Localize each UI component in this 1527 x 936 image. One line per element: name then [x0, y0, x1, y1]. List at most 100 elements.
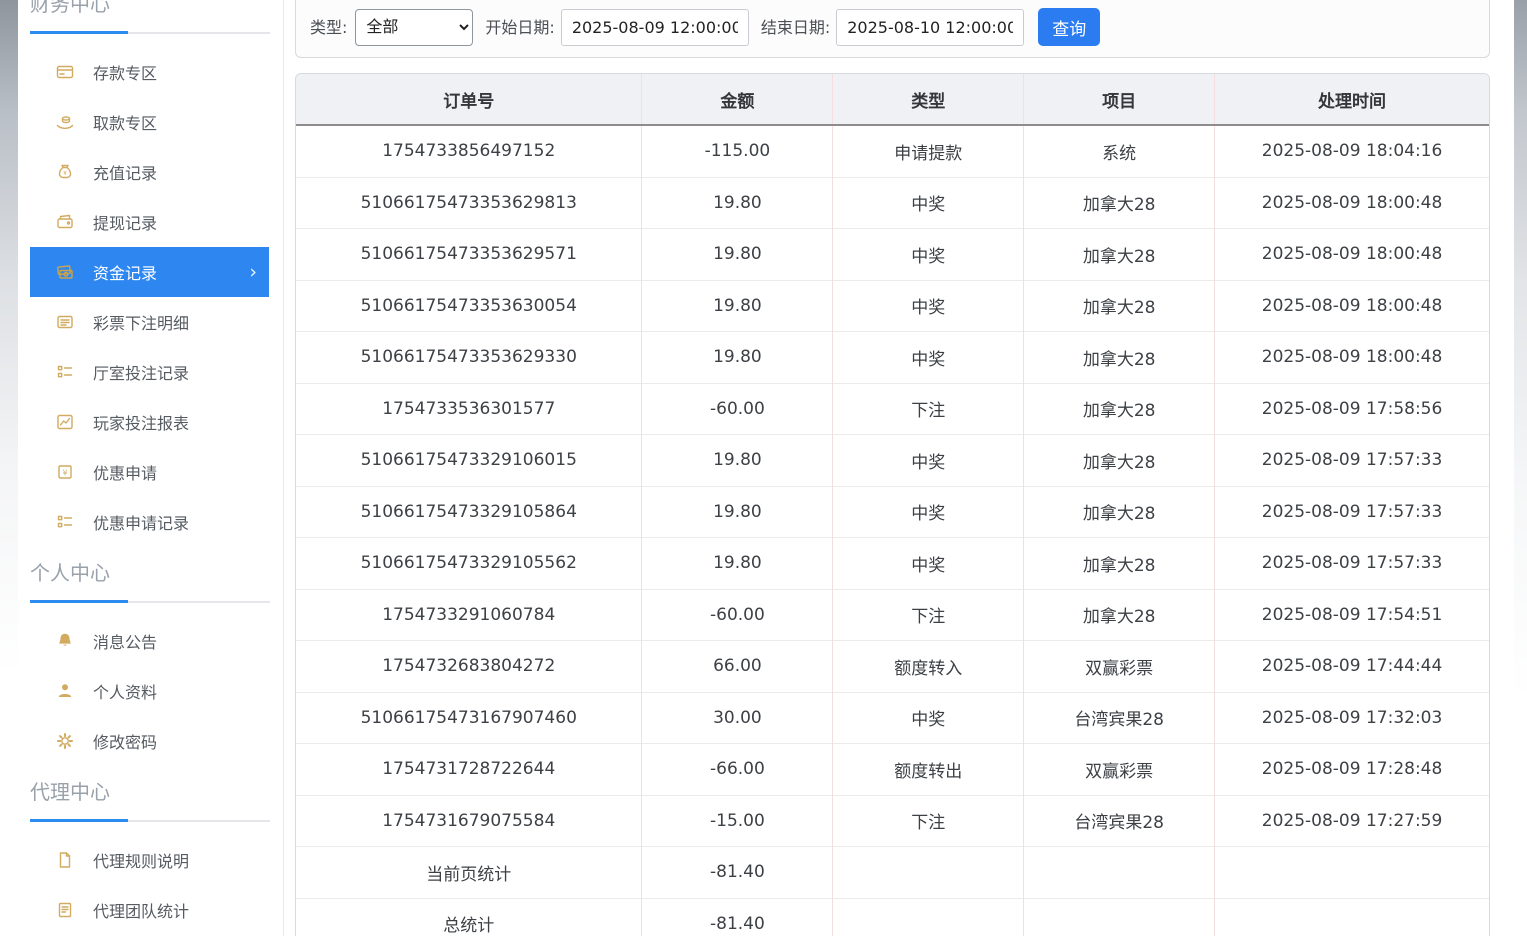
- table-cell: 19.80: [642, 435, 833, 487]
- sidebar-items: 消息公告个人资料修改密码: [20, 616, 283, 766]
- file-icon: [55, 850, 75, 870]
- sidebar-item-label: 优惠申请: [93, 460, 157, 484]
- hand-coins-icon: [55, 112, 75, 132]
- start-date-input[interactable]: [561, 9, 749, 46]
- table-cell: 加拿大28: [1024, 177, 1215, 229]
- query-button[interactable]: 查询: [1038, 8, 1100, 46]
- background-right-strip: [1514, 0, 1527, 936]
- sidebar-item-agent-rules[interactable]: 代理规则说明: [30, 835, 269, 885]
- sidebar-item-promo-application-records[interactable]: 优惠申请记录: [30, 497, 269, 547]
- table-cell: 加拿大28: [1024, 589, 1215, 641]
- promo-icon: ¥: [55, 462, 75, 482]
- type-select[interactable]: 全部: [355, 9, 473, 46]
- end-date-input[interactable]: [836, 9, 1024, 46]
- chart-box-icon: [55, 412, 75, 432]
- sidebar-item-label: 厅室投注记录: [93, 360, 189, 384]
- main-content: 类型: 全部 开始日期: 结束日期: 查询 订单号金额类型项目处理时间 1754…: [295, 0, 1490, 936]
- bank-card-icon: [55, 62, 75, 82]
- sidebar-item-label: 存款专区: [93, 60, 157, 84]
- table-row: 1754733536301577-60.00下注加拿大282025-08-09 …: [296, 383, 1489, 435]
- table-cell: 19.80: [642, 280, 833, 332]
- table-cell: 申请提款: [833, 125, 1024, 177]
- table-cell: 19.80: [642, 332, 833, 384]
- table-cell: 2025-08-09 17:57:33: [1215, 486, 1489, 538]
- column-header: 类型: [833, 74, 1024, 125]
- table-cell: 加拿大28: [1024, 280, 1215, 332]
- sidebar-item-withdrawal-records[interactable]: 提现记录: [30, 197, 269, 247]
- list-card-icon: [55, 312, 75, 332]
- end-date-label: 结束日期:: [761, 9, 830, 46]
- section-title: 个人中心: [30, 561, 268, 585]
- sidebar-item-label: 代理团队统计: [93, 898, 189, 922]
- start-date-label: 开始日期:: [485, 9, 554, 46]
- sidebar-item-label: 彩票下注明细: [93, 310, 189, 334]
- sidebar-item-lottery-bet-details[interactable]: 彩票下注明细: [30, 297, 269, 347]
- sidebar-item-label: 资金记录: [93, 260, 157, 284]
- table-row: 1754731679075584-15.00下注台湾宾果282025-08-09…: [296, 795, 1489, 847]
- table-cell: 19.80: [642, 538, 833, 590]
- table-cell: -115.00: [642, 125, 833, 177]
- sidebar-item-recharge-records[interactable]: ¥充值记录: [30, 147, 269, 197]
- sidebar-items: 代理规则说明代理团队统计: [20, 835, 283, 935]
- table-row: 1754731728722644-66.00额度转出双赢彩票2025-08-09…: [296, 744, 1489, 796]
- table-cell: [1024, 898, 1215, 936]
- table-row: 1754733856497152-115.00申请提款系统2025-08-09 …: [296, 125, 1489, 177]
- table-cell: -60.00: [642, 589, 833, 641]
- table-row: 5106617547335362957119.80中奖加拿大282025-08-…: [296, 229, 1489, 281]
- sidebar-item-change-password[interactable]: 修改密码: [30, 716, 269, 766]
- page: 财务中心存款专区取款专区¥充值记录提现记录资金记录›彩票下注明细厅室投注记录玩家…: [0, 0, 1527, 936]
- table-cell: 中奖: [833, 538, 1024, 590]
- table-row: 当前页统计-81.40: [296, 847, 1489, 899]
- table-row: 5106617547335362933019.80中奖加拿大282025-08-…: [296, 332, 1489, 384]
- table-cell: 51066175473329105864: [296, 486, 642, 538]
- table-cell: [833, 898, 1024, 936]
- table-cell: 加拿大28: [1024, 538, 1215, 590]
- sidebar-item-player-bet-report[interactable]: 玩家投注报表: [30, 397, 269, 447]
- sidebar-item-hall-bet-records[interactable]: 厅室投注记录: [30, 347, 269, 397]
- table-cell: 51066175473329105562: [296, 538, 642, 590]
- table-cell: 中奖: [833, 177, 1024, 229]
- section-underline: [30, 820, 270, 822]
- table-cell: -15.00: [642, 795, 833, 847]
- sidebar-item-label: 修改密码: [93, 729, 157, 753]
- table-row: 5106617547332910586419.80中奖加拿大282025-08-…: [296, 486, 1489, 538]
- sidebar-item-messages[interactable]: 消息公告: [30, 616, 269, 666]
- table-cell: 2025-08-09 18:00:48: [1215, 229, 1489, 281]
- table-cell: 19.80: [642, 177, 833, 229]
- sidebar-item-label: 消息公告: [93, 629, 157, 653]
- sidebar-section: 个人中心消息公告个人资料修改密码: [20, 561, 283, 766]
- column-header: 项目: [1024, 74, 1215, 125]
- table-cell: 51066175473353629330: [296, 332, 642, 384]
- sidebar-item-withdraw-zone[interactable]: 取款专区: [30, 97, 269, 147]
- table-cell: [1024, 847, 1215, 899]
- table-cell: -81.40: [642, 847, 833, 899]
- table-cell: 额度转入: [833, 641, 1024, 693]
- table-cell: 2025-08-09 17:27:59: [1215, 795, 1489, 847]
- table-cell: [1215, 898, 1489, 936]
- list-squares-icon: [55, 362, 75, 382]
- sidebar-item-agent-team-stats[interactable]: 代理团队统计: [30, 885, 269, 935]
- sidebar-item-profile[interactable]: 个人资料: [30, 666, 269, 716]
- sidebar: 财务中心存款专区取款专区¥充值记录提现记录资金记录›彩票下注明细厅室投注记录玩家…: [20, 0, 284, 936]
- table-cell: 加拿大28: [1024, 383, 1215, 435]
- table-cell: 中奖: [833, 692, 1024, 744]
- table-cell: 加拿大28: [1024, 435, 1215, 487]
- sidebar-item-label: 代理规则说明: [93, 848, 189, 872]
- sidebar-item-promo-application[interactable]: ¥ 优惠申请: [30, 447, 269, 497]
- table-row: 5106617547335363005419.80中奖加拿大282025-08-…: [296, 280, 1489, 332]
- sidebar-items: 存款专区取款专区 ¥充值记录提现记录资金记录› 彩票下注明细厅室投注记录玩家投注报表…: [20, 47, 283, 547]
- table-cell: 台湾宾果28: [1024, 795, 1215, 847]
- svg-text:¥: ¥: [63, 170, 67, 177]
- sidebar-item-label: 取款专区: [93, 110, 157, 134]
- table-cell: 1754731679075584: [296, 795, 642, 847]
- table-cell: 双赢彩票: [1024, 641, 1215, 693]
- table-row: 5106617547335362981319.80中奖加拿大282025-08-…: [296, 177, 1489, 229]
- sidebar-item-funds-records[interactable]: 资金记录›: [30, 247, 269, 297]
- table-cell: 中奖: [833, 435, 1024, 487]
- bell-icon: [55, 631, 75, 651]
- table-cell: 加拿大28: [1024, 229, 1215, 281]
- sidebar-item-deposit-zone[interactable]: 存款专区: [30, 47, 269, 97]
- sidebar-section: 代理中心代理规则说明代理团队统计: [20, 780, 283, 935]
- table-cell: 2025-08-09 17:28:48: [1215, 744, 1489, 796]
- person-icon: [55, 681, 75, 701]
